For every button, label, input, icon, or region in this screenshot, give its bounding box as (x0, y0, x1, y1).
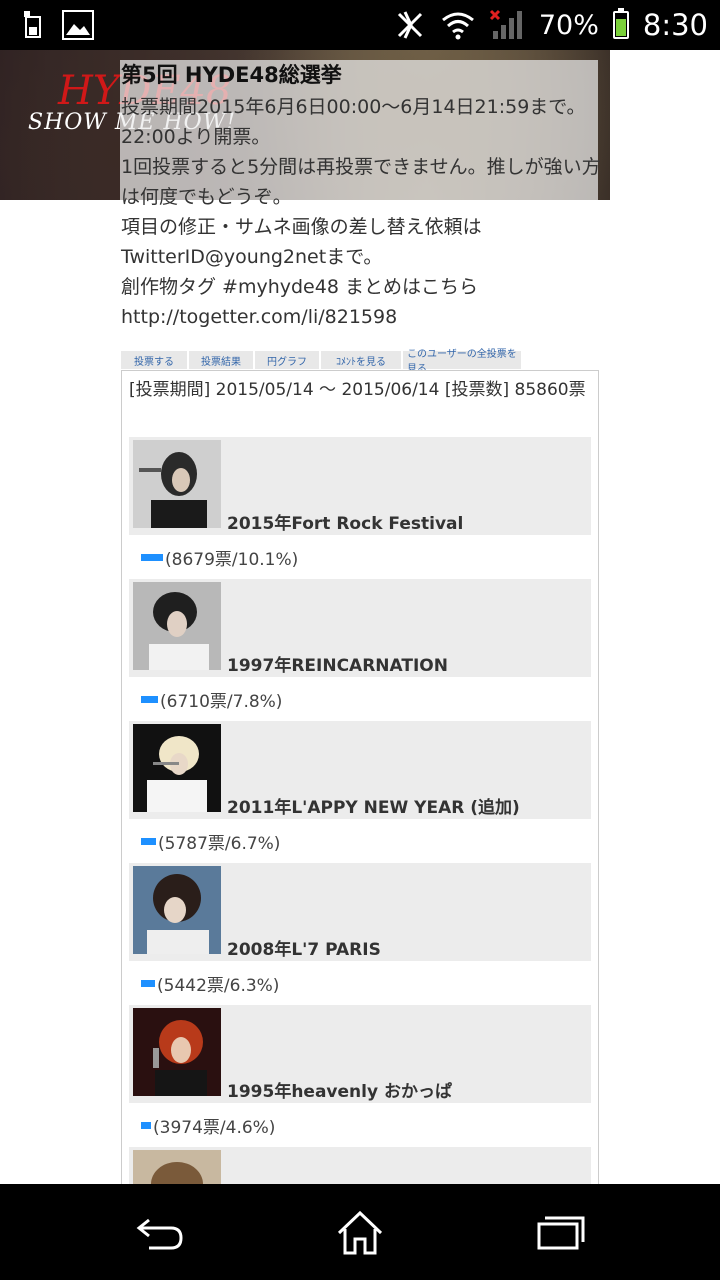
home-button[interactable] (330, 1204, 390, 1260)
result-card[interactable]: 2015年Fort Rock Festival (129, 437, 591, 535)
poll-meta: [投票期間] 2015/05/14 〜 2015/06/14 [投票数] 858… (129, 380, 586, 400)
page-title: 第5回 HYDE48総選挙 (121, 63, 342, 87)
sim-card-icon (24, 11, 41, 38)
recent-apps-icon (537, 1216, 585, 1250)
result-vote-count: (6710票/7.8%) (129, 677, 591, 721)
vote-bar (141, 553, 163, 561)
image-icon (62, 10, 94, 40)
result-item: 2008年L'7 PARIS (5442票/6.3%) (129, 863, 591, 1005)
poll-results: [投票期間] 2015/05/14 〜 2015/06/14 [投票数] 858… (121, 370, 599, 1190)
vote-bar (141, 837, 156, 845)
status-bar: 70% 8:30 (0, 0, 720, 50)
result-vote-count: (3974票/4.6%) (129, 1103, 591, 1147)
poll-description-area: 第5回 HYDE48総選挙 投票期間2015年6月6日00:00〜6月14日21… (121, 60, 601, 332)
thumbnail-image (133, 866, 221, 954)
result-item: 2015年Fort Rock Festival (8679票/10.1%) (129, 437, 591, 579)
thumbnail-image (133, 440, 221, 528)
result-item: 1997年REINCARNATION (6710票/7.8%) (129, 579, 591, 721)
result-title: 2015年Fort Rock Festival (227, 514, 464, 534)
result-title: 2008年L'7 PARIS (227, 940, 381, 960)
tab-pie-chart[interactable]: 円グラフ (255, 351, 319, 369)
battery-percent: 70% (538, 9, 599, 41)
tab-comments[interactable]: ｺﾒﾝﾄを見る (321, 351, 401, 369)
recent-apps-button[interactable] (530, 1204, 590, 1260)
back-button[interactable] (130, 1204, 190, 1260)
wifi-icon (441, 12, 474, 40)
poll-tabs: 投票する 投票結果 円グラフ ｺﾒﾝﾄを見る このユーザーの全投票を見る (121, 349, 521, 375)
thumbnail-image (133, 1008, 221, 1096)
result-vote-count: (8679票/10.1%) (129, 535, 591, 579)
vote-bar (141, 979, 155, 987)
result-card[interactable]: 1997年REINCARNATION (129, 579, 591, 677)
result-text: (5787票/6.7%) (158, 833, 281, 854)
nfc-off-icon (397, 11, 422, 39)
tab-user-all-votes[interactable]: このユーザーの全投票を見る (403, 349, 521, 375)
navigation-bar (0, 1184, 720, 1280)
result-card[interactable]: 2011年L'APPY NEW YEAR (追加) (129, 721, 591, 819)
result-vote-count: (5787票/6.7%) (129, 819, 591, 863)
thumbnail-image (133, 582, 221, 670)
result-item: 2011年L'APPY NEW YEAR (追加) (5787票/6.7%) (129, 721, 591, 863)
battery-icon (612, 8, 629, 39)
home-icon (337, 1210, 383, 1255)
vote-bar (141, 1121, 151, 1129)
result-text: (5442票/6.3%) (157, 975, 280, 996)
clock: 8:30 (642, 8, 708, 42)
vote-bar (141, 695, 158, 703)
result-title: 2011年L'APPY NEW YEAR (追加) (227, 798, 520, 818)
result-card[interactable]: 1995年heavenly おかっぱ (129, 1005, 591, 1103)
result-vote-count: (5442票/6.3%) (129, 961, 591, 1005)
result-item: 1995年heavenly おかっぱ (3974票/4.6%) (129, 1005, 591, 1147)
tab-vote[interactable]: 投票する (121, 351, 187, 369)
thumbnail-image (133, 724, 221, 812)
poll-description: 投票期間2015年6月6日00:00〜6月14日21:59まで。22:00より開… (121, 96, 601, 328)
result-card[interactable]: 2008年L'7 PARIS (129, 863, 591, 961)
result-text: (3974票/4.6%) (153, 1117, 276, 1138)
result-text: (8679票/10.1%) (165, 549, 299, 570)
back-icon (136, 1218, 183, 1250)
tab-results[interactable]: 投票結果 (189, 351, 253, 369)
result-text: (6710票/7.8%) (160, 691, 283, 712)
result-title: 1997年REINCARNATION (227, 656, 448, 676)
signal-icon (489, 9, 522, 39)
result-title: 1995年heavenly おかっぱ (227, 1082, 452, 1102)
